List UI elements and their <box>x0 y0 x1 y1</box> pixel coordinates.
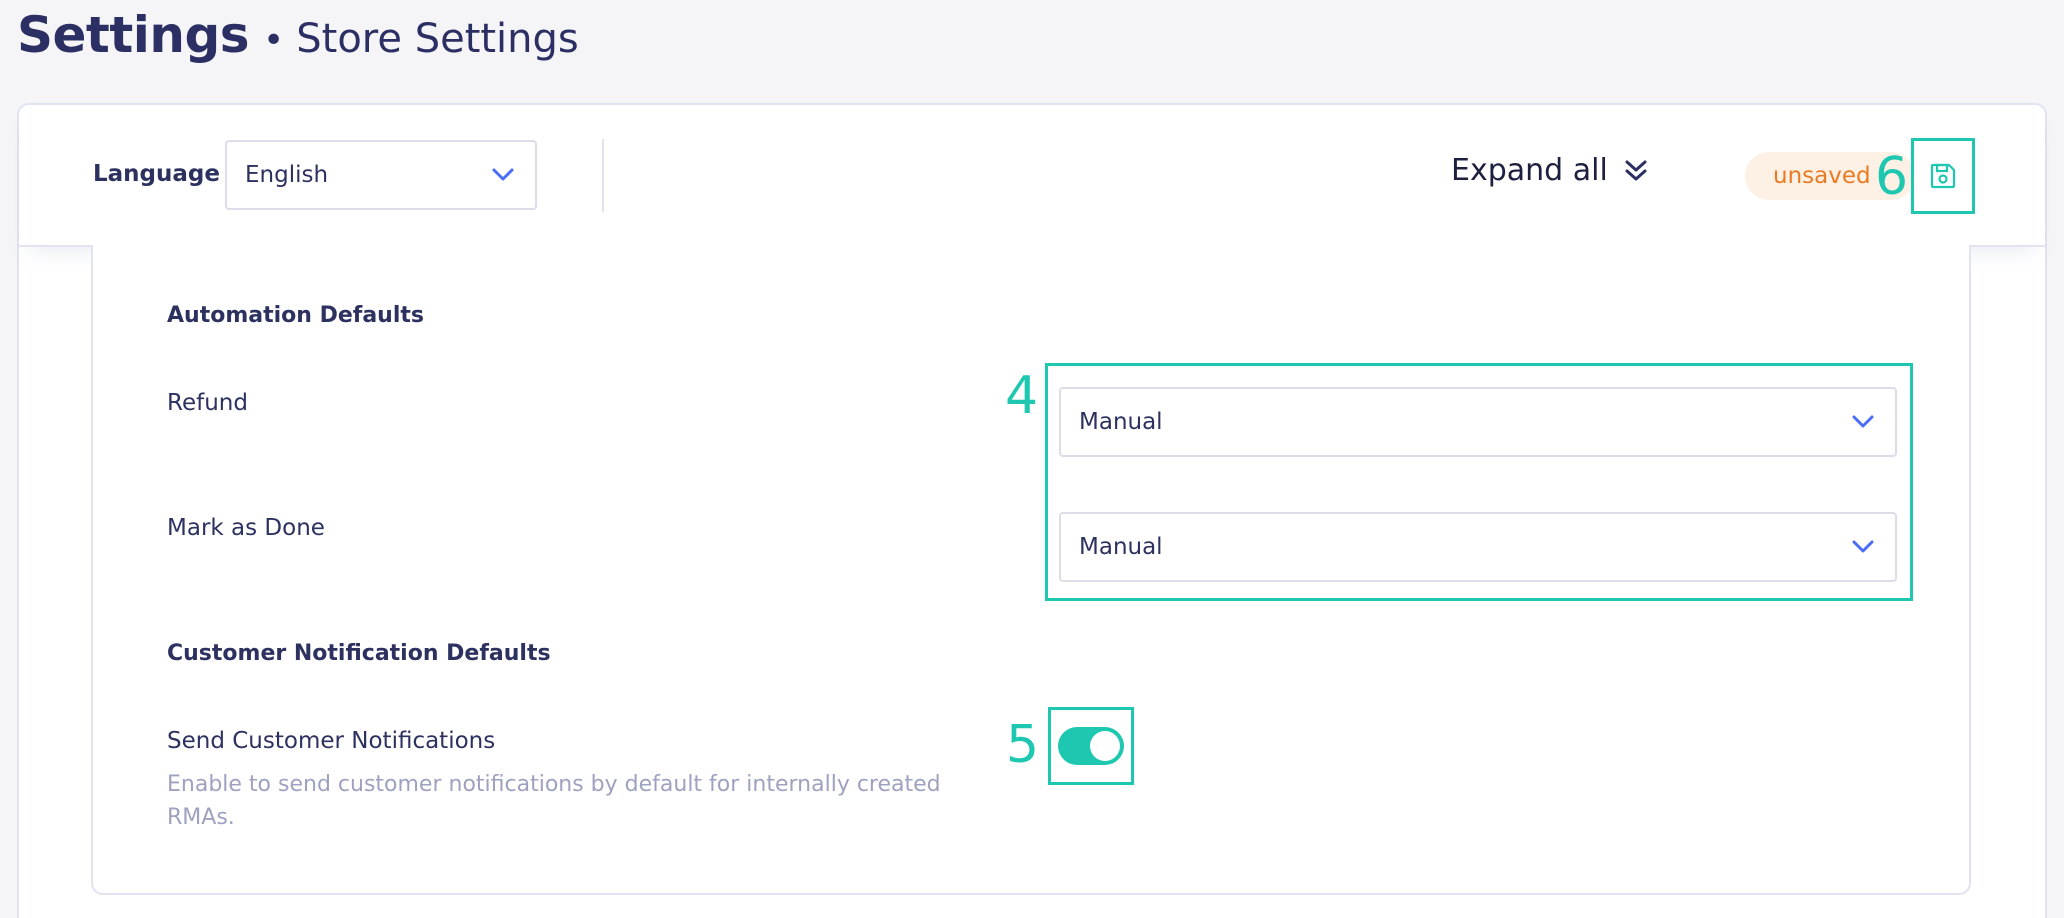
settings-toolbar: Language English Expand all unsaved 6 <box>19 105 2045 247</box>
floppy-disk-icon <box>1930 163 1956 189</box>
page-heading: Settings • Store Settings <box>17 6 579 64</box>
send-notifications-label: Send Customer Notifications <box>167 728 496 754</box>
annotation-marker-4: 4 <box>1005 366 1039 426</box>
annotation-marker-6: 6 <box>1875 147 1909 207</box>
language-select[interactable]: English <box>225 140 537 210</box>
send-notifications-help: Enable to send customer notifications by… <box>167 772 941 830</box>
chevron-down-icon <box>1852 415 1874 428</box>
mark-as-done-label: Mark as Done <box>167 515 325 541</box>
mark-as-done-select-value: Manual <box>1079 534 1163 560</box>
title-separator: • <box>263 20 285 61</box>
annotation-marker-5: 5 <box>1006 715 1040 775</box>
page-subtitle: Store Settings <box>296 16 579 62</box>
save-button[interactable] <box>1911 138 1975 214</box>
language-value: English <box>245 162 329 188</box>
automation-defaults-title: Automation Defaults <box>167 303 424 328</box>
refund-select[interactable]: Manual <box>1059 387 1897 457</box>
chevron-down-icon <box>492 168 514 181</box>
settings-page: Settings • Store Settings Language Engli… <box>0 0 2064 918</box>
notification-toggle-highlight <box>1048 707 1134 785</box>
mark-as-done-select[interactable]: Manual <box>1059 512 1897 582</box>
expand-all-button[interactable]: Expand all <box>1451 153 1650 188</box>
expand-all-label: Expand all <box>1451 153 1608 188</box>
toggle-knob <box>1090 731 1120 761</box>
language-label: Language <box>93 161 220 187</box>
send-notifications-toggle[interactable] <box>1058 727 1124 765</box>
customer-notification-defaults-title: Customer Notification Defaults <box>167 641 551 666</box>
chevron-down-icon <box>1852 540 1874 553</box>
toolbar-divider <box>602 139 604 212</box>
unsaved-text: unsaved <box>1773 163 1871 189</box>
refund-label: Refund <box>167 390 248 416</box>
page-title: Settings <box>17 6 250 64</box>
double-chevron-down-icon <box>1625 160 1647 180</box>
refund-select-value: Manual <box>1079 409 1163 435</box>
